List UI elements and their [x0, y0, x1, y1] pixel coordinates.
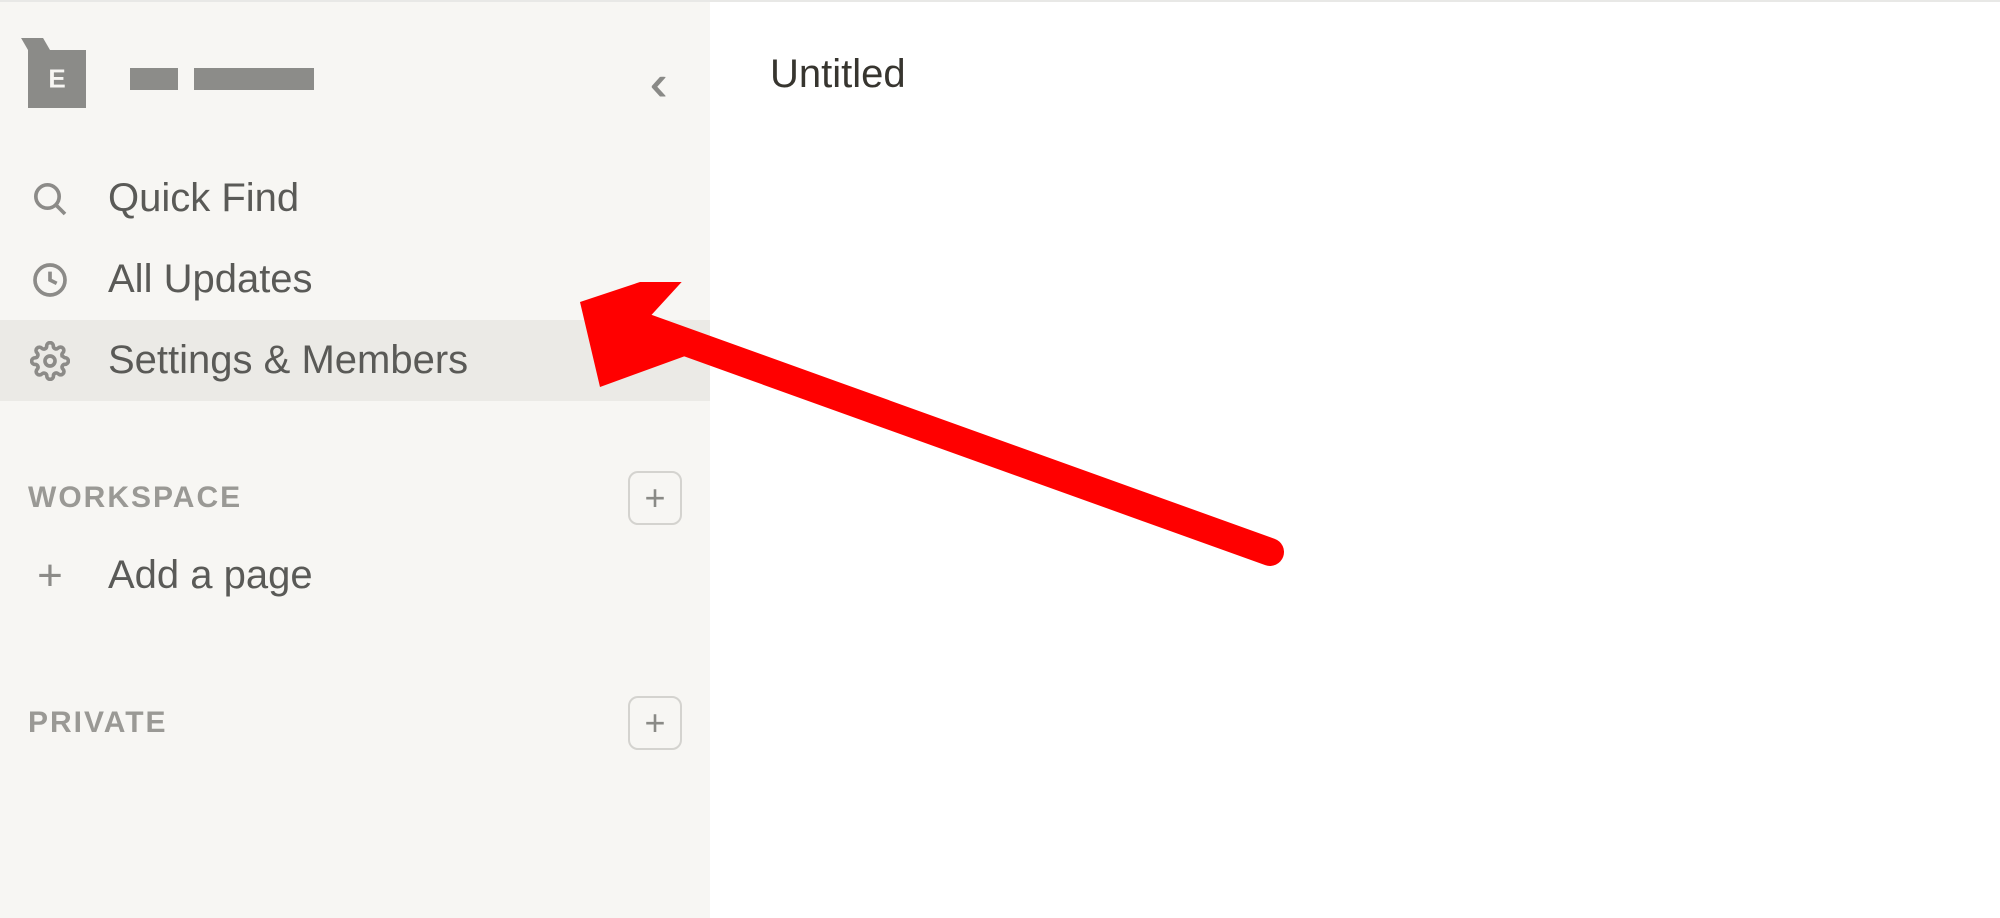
workspace-logo-icon — [28, 50, 86, 108]
workspace-switcher[interactable]: ‹‹ — [0, 42, 710, 158]
workspace-name — [130, 68, 314, 90]
section-title: PRIVATE — [28, 706, 168, 740]
add-page-private-button[interactable]: + — [628, 696, 682, 750]
section-title: WORKSPACE — [28, 481, 242, 515]
sidebar-item-label: Quick Find — [108, 176, 299, 221]
sidebar: ‹‹ Quick Find All Updates Settings & — [0, 2, 710, 918]
sidebar-item-all-updates[interactable]: All Updates — [0, 239, 710, 320]
sidebar-item-add-page[interactable]: + Add a page — [28, 533, 682, 618]
sidebar-section-workspace: WORKSPACE + + Add a page — [0, 463, 710, 618]
plus-icon: + — [644, 705, 665, 741]
search-icon — [28, 177, 72, 221]
sidebar-section-private: PRIVATE + — [0, 688, 710, 758]
plus-icon: + — [644, 480, 665, 516]
sidebar-item-quick-find[interactable]: Quick Find — [0, 158, 710, 239]
add-page-workspace-button[interactable]: + — [628, 471, 682, 525]
gear-icon — [28, 339, 72, 383]
sidebar-item-label: Settings & Members — [108, 338, 468, 383]
skeleton-bar — [194, 68, 314, 90]
sidebar-item-label: Add a page — [108, 553, 313, 598]
collapse-sidebar-button[interactable]: ‹‹ — [622, 54, 680, 112]
section-header: PRIVATE + — [28, 688, 682, 758]
sidebar-item-settings-members[interactable]: Settings & Members — [0, 320, 710, 401]
clock-icon — [28, 258, 72, 302]
sidebar-item-label: All Updates — [108, 257, 313, 302]
section-header: WORKSPACE + — [28, 463, 682, 533]
skeleton-bar — [130, 68, 178, 90]
plus-icon: + — [28, 554, 72, 598]
main-content: Untitled — [710, 2, 2000, 918]
page-title[interactable]: Untitled — [770, 52, 1940, 97]
